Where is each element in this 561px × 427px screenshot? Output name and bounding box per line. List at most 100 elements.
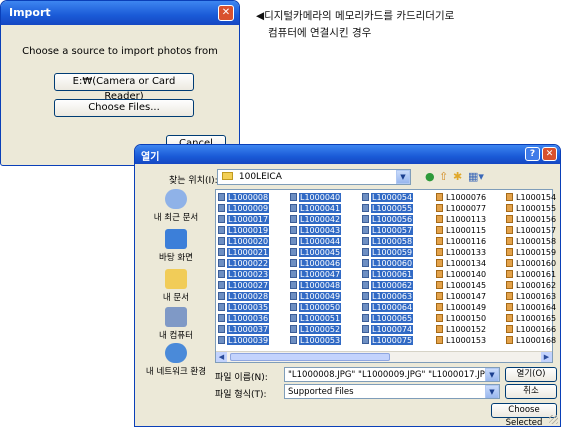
chevron-down-icon[interactable]: ▼: [485, 368, 499, 381]
file-item[interactable]: L1000048: [290, 280, 342, 291]
file-item[interactable]: L1000020: [218, 236, 270, 247]
file-item[interactable]: L1000040: [290, 192, 342, 203]
file-name-input[interactable]: "L1000008.JPG" "L1000009.JPG" "L1000017.…: [284, 367, 500, 382]
open-button[interactable]: 열기(O): [505, 367, 557, 382]
file-item[interactable]: L1000019: [218, 225, 270, 236]
file-item[interactable]: L1000037: [218, 324, 270, 335]
choose-selected-button[interactable]: Choose Selected: [491, 403, 557, 426]
file-item[interactable]: L1000158: [506, 236, 557, 247]
file-item[interactable]: L1000061: [362, 269, 414, 280]
file-item[interactable]: L1000052: [290, 324, 342, 335]
file-item[interactable]: L1000062: [362, 280, 414, 291]
chevron-down-icon[interactable]: ▼: [396, 170, 410, 184]
cancel-button[interactable]: 취소: [505, 384, 557, 399]
help-icon[interactable]: ?: [525, 147, 540, 161]
file-item[interactable]: L1000046: [290, 258, 342, 269]
chevron-down-icon[interactable]: ▼: [485, 385, 499, 398]
file-item[interactable]: L1000133: [436, 247, 487, 258]
file-item[interactable]: L1000159: [506, 247, 557, 258]
file-item[interactable]: L1000064: [362, 302, 414, 313]
file-type-select[interactable]: Supported Files ▼: [284, 384, 500, 399]
file-item[interactable]: L1000077: [436, 203, 487, 214]
file-item[interactable]: L1000042: [290, 214, 342, 225]
resize-grip[interactable]: [549, 415, 558, 424]
horizontal-scrollbar[interactable]: ◀ ▶: [216, 351, 552, 362]
back-icon[interactable]: ●: [425, 170, 435, 183]
file-item[interactable]: L1000035: [218, 302, 270, 313]
new-folder-icon[interactable]: ✱: [453, 170, 462, 183]
file-item[interactable]: L1000023: [218, 269, 270, 280]
file-item[interactable]: L1000161: [506, 269, 557, 280]
file-item[interactable]: L1000060: [362, 258, 414, 269]
file-item[interactable]: L1000044: [290, 236, 342, 247]
file-item[interactable]: L1000166: [506, 324, 557, 335]
file-item[interactable]: L1000157: [506, 225, 557, 236]
file-item[interactable]: L1000055: [362, 203, 414, 214]
file-item[interactable]: L1000140: [436, 269, 487, 280]
place-documents[interactable]: 내 문서: [139, 269, 213, 303]
place-computer[interactable]: 내 컴퓨터: [139, 307, 213, 341]
file-item[interactable]: L1000041: [290, 203, 342, 214]
file-item[interactable]: L1000074: [362, 324, 414, 335]
file-item[interactable]: L1000021: [218, 247, 270, 258]
file-item[interactable]: L1000063: [362, 291, 414, 302]
file-item[interactable]: L1000027: [218, 280, 270, 291]
file-item[interactable]: L1000164: [506, 302, 557, 313]
file-item[interactable]: L1000050: [290, 302, 342, 313]
file-item[interactable]: L1000113: [436, 214, 487, 225]
file-item[interactable]: L1000008: [218, 192, 270, 203]
up-folder-icon[interactable]: ⇧: [439, 170, 448, 183]
file-item[interactable]: L1000154: [506, 192, 557, 203]
file-item[interactable]: L1000145: [436, 280, 487, 291]
file-item[interactable]: L1000009: [218, 203, 270, 214]
choose-files-button[interactable]: Choose Files...: [54, 99, 194, 117]
file-item[interactable]: L1000028: [218, 291, 270, 302]
file-item[interactable]: L1000056: [362, 214, 414, 225]
file-item[interactable]: L1000076: [436, 192, 487, 203]
file-item[interactable]: L1000043: [290, 225, 342, 236]
file-item[interactable]: L1000049: [290, 291, 342, 302]
place-network[interactable]: 내 네트워크 환경: [139, 343, 213, 377]
scroll-right-icon[interactable]: ▶: [541, 352, 552, 362]
file-list[interactable]: L1000008 L1000009 L1000017 L1000019 L1000020…: [215, 189, 556, 363]
file-item[interactable]: L1000045: [290, 247, 342, 258]
file-item[interactable]: L1000134: [436, 258, 487, 269]
file-item[interactable]: L1000116: [436, 236, 487, 247]
look-in-dropdown[interactable]: 100LEICA ▼: [217, 169, 411, 185]
file-item[interactable]: L1000065: [362, 313, 414, 324]
image-file-icon: [290, 281, 297, 289]
file-item[interactable]: L1000051: [290, 313, 342, 324]
file-item[interactable]: L1000075: [362, 335, 414, 346]
file-item[interactable]: L1000160: [506, 258, 557, 269]
file-item[interactable]: L1000053: [290, 335, 342, 346]
file-item[interactable]: L1000059: [362, 247, 414, 258]
file-item[interactable]: L1000152: [436, 324, 487, 335]
file-item[interactable]: L1000057: [362, 225, 414, 236]
file-item[interactable]: L1000153: [436, 335, 487, 346]
file-item[interactable]: L1000054: [362, 192, 414, 203]
file-item[interactable]: L1000039: [218, 335, 270, 346]
file-item[interactable]: L1000155: [506, 203, 557, 214]
scroll-left-icon[interactable]: ◀: [216, 352, 227, 362]
views-menu-icon[interactable]: ▦▾: [468, 170, 484, 183]
file-item[interactable]: L1000036: [218, 313, 270, 324]
file-item[interactable]: L1000149: [436, 302, 487, 313]
close-icon[interactable]: ✕: [542, 147, 557, 161]
file-item[interactable]: L1000156: [506, 214, 557, 225]
scroll-thumb[interactable]: [230, 353, 390, 361]
file-item[interactable]: L1000162: [506, 280, 557, 291]
file-item[interactable]: L1000147: [436, 291, 487, 302]
file-item[interactable]: L1000022: [218, 258, 270, 269]
file-item[interactable]: L1000115: [436, 225, 487, 236]
file-item[interactable]: L1000150: [436, 313, 487, 324]
file-item[interactable]: L1000165: [506, 313, 557, 324]
camera-source-button[interactable]: E:₩(Camera or Card Reader): [54, 73, 194, 102]
file-item[interactable]: L1000047: [290, 269, 342, 280]
file-item[interactable]: L1000017: [218, 214, 270, 225]
file-item[interactable]: L1000163: [506, 291, 557, 302]
file-item[interactable]: L1000058: [362, 236, 414, 247]
place-desktop[interactable]: 바탕 화면: [139, 229, 213, 263]
file-item[interactable]: L1000168: [506, 335, 557, 346]
place-recent[interactable]: 내 최근 문서: [139, 189, 213, 223]
close-icon[interactable]: ✕: [218, 5, 234, 21]
